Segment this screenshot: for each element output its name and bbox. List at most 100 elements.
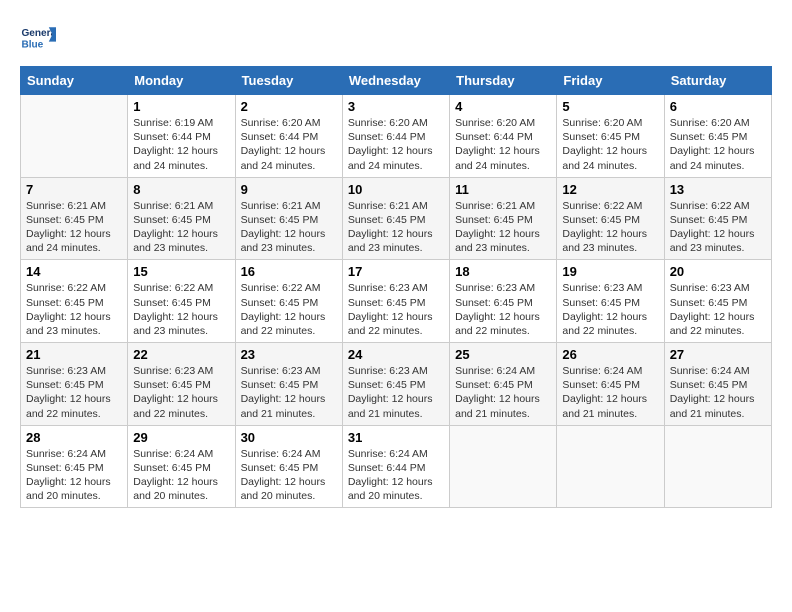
calendar-body: 1Sunrise: 6:19 AM Sunset: 6:44 PM Daylig… bbox=[21, 95, 772, 508]
day-number: 25 bbox=[455, 347, 551, 362]
calendar-cell: 16 Sunrise: 6:22 AM Sunset: 6:45 PM Dayli… bbox=[235, 260, 342, 343]
calendar-cell: 1Sunrise: 6:19 AM Sunset: 6:44 PM Daylig… bbox=[128, 95, 235, 178]
calendar-table: SundayMondayTuesdayWednesdayThursdayFrid… bbox=[20, 66, 772, 508]
day-number: 21 bbox=[26, 347, 122, 362]
day-info: Sunrise: 6:20 AM Sunset: 6:44 PM Dayligh… bbox=[455, 116, 551, 173]
calendar-cell: 18 Sunrise: 6:23 AM Sunset: 6:45 PM Dayli… bbox=[450, 260, 557, 343]
calendar-header-row: SundayMondayTuesdayWednesdayThursdayFrid… bbox=[21, 67, 772, 95]
calendar-cell: 13 Sunrise: 6:22 AM Sunset: 6:45 PM Dayli… bbox=[664, 177, 771, 260]
day-number: 24 bbox=[348, 347, 444, 362]
day-info: Sunrise: 6:21 AM Sunset: 6:45 PM Dayligh… bbox=[133, 199, 229, 256]
day-info: Sunrise: 6:21 AM Sunset: 6:45 PM Dayligh… bbox=[241, 199, 337, 256]
day-info: Sunrise: 6:22 AM Sunset: 6:45 PM Dayligh… bbox=[133, 281, 229, 338]
calendar-cell: 9 Sunrise: 6:21 AM Sunset: 6:45 PM Daylig… bbox=[235, 177, 342, 260]
day-number: 28 bbox=[26, 430, 122, 445]
day-info: Sunrise: 6:23 AM Sunset: 6:45 PM Dayligh… bbox=[348, 364, 444, 421]
day-info: Sunrise: 6:20 AM Sunset: 6:44 PM Dayligh… bbox=[241, 116, 337, 173]
day-info: Sunrise: 6:20 AM Sunset: 6:44 PM Dayligh… bbox=[348, 116, 444, 173]
calendar-cell: 17 Sunrise: 6:23 AM Sunset: 6:45 PM Dayli… bbox=[342, 260, 449, 343]
logo: General Blue bbox=[20, 20, 56, 56]
day-info: Sunrise: 6:23 AM Sunset: 6:45 PM Dayligh… bbox=[670, 281, 766, 338]
day-number: 12 bbox=[562, 182, 658, 197]
day-number: 9 bbox=[241, 182, 337, 197]
day-info: Sunrise: 6:20 AM Sunset: 6:45 PM Dayligh… bbox=[670, 116, 766, 173]
day-info: Sunrise: 6:24 AM Sunset: 6:45 PM Dayligh… bbox=[26, 447, 122, 504]
day-info: Sunrise: 6:24 AM Sunset: 6:45 PM Dayligh… bbox=[241, 447, 337, 504]
calendar-cell: 25 Sunrise: 6:24 AM Sunset: 6:45 PM Dayli… bbox=[450, 343, 557, 426]
calendar-cell: 8 Sunrise: 6:21 AM Sunset: 6:45 PM Daylig… bbox=[128, 177, 235, 260]
calendar-cell: 12 Sunrise: 6:22 AM Sunset: 6:45 PM Dayli… bbox=[557, 177, 664, 260]
day-number: 3 bbox=[348, 99, 444, 114]
calendar-cell: 23 Sunrise: 6:23 AM Sunset: 6:45 PM Dayli… bbox=[235, 343, 342, 426]
week-row-3: 14Sunrise: 6:22 AM Sunset: 6:45 PM Dayli… bbox=[21, 260, 772, 343]
calendar-cell bbox=[450, 425, 557, 508]
calendar-cell: 5 Sunrise: 6:20 AM Sunset: 6:45 PM Daylig… bbox=[557, 95, 664, 178]
day-number: 15 bbox=[133, 264, 229, 279]
calendar-cell: 2 Sunrise: 6:20 AM Sunset: 6:44 PM Daylig… bbox=[235, 95, 342, 178]
col-header-wednesday: Wednesday bbox=[342, 67, 449, 95]
day-number: 6 bbox=[670, 99, 766, 114]
calendar-cell bbox=[557, 425, 664, 508]
calendar-cell: 31Sunrise: 6:24 AM Sunset: 6:44 PM Dayli… bbox=[342, 425, 449, 508]
col-header-saturday: Saturday bbox=[664, 67, 771, 95]
day-number: 27 bbox=[670, 347, 766, 362]
day-number: 22 bbox=[133, 347, 229, 362]
calendar-cell: 4 Sunrise: 6:20 AM Sunset: 6:44 PM Daylig… bbox=[450, 95, 557, 178]
day-info: Sunrise: 6:24 AM Sunset: 6:45 PM Dayligh… bbox=[133, 447, 229, 504]
calendar-cell: 14Sunrise: 6:22 AM Sunset: 6:45 PM Dayli… bbox=[21, 260, 128, 343]
logo-icon: General Blue bbox=[20, 20, 56, 56]
calendar-cell: 15 Sunrise: 6:22 AM Sunset: 6:45 PM Dayli… bbox=[128, 260, 235, 343]
week-row-2: 7 Sunrise: 6:21 AM Sunset: 6:45 PM Daylig… bbox=[21, 177, 772, 260]
col-header-tuesday: Tuesday bbox=[235, 67, 342, 95]
calendar-cell: 22Sunrise: 6:23 AM Sunset: 6:45 PM Dayli… bbox=[128, 343, 235, 426]
day-info: Sunrise: 6:22 AM Sunset: 6:45 PM Dayligh… bbox=[562, 199, 658, 256]
day-info: Sunrise: 6:24 AM Sunset: 6:45 PM Dayligh… bbox=[562, 364, 658, 421]
day-number: 16 bbox=[241, 264, 337, 279]
svg-text:Blue: Blue bbox=[21, 39, 43, 50]
week-row-4: 21 Sunrise: 6:23 AM Sunset: 6:45 PM Dayli… bbox=[21, 343, 772, 426]
day-number: 5 bbox=[562, 99, 658, 114]
day-info: Sunrise: 6:22 AM Sunset: 6:45 PM Dayligh… bbox=[26, 281, 122, 338]
day-number: 23 bbox=[241, 347, 337, 362]
day-info: Sunrise: 6:23 AM Sunset: 6:45 PM Dayligh… bbox=[348, 281, 444, 338]
calendar-cell: 29 Sunrise: 6:24 AM Sunset: 6:45 PM Dayli… bbox=[128, 425, 235, 508]
calendar-cell: 24 Sunrise: 6:23 AM Sunset: 6:45 PM Dayli… bbox=[342, 343, 449, 426]
calendar-cell: 27 Sunrise: 6:24 AM Sunset: 6:45 PM Dayli… bbox=[664, 343, 771, 426]
day-number: 30 bbox=[241, 430, 337, 445]
day-number: 20 bbox=[670, 264, 766, 279]
day-info: Sunrise: 6:22 AM Sunset: 6:45 PM Dayligh… bbox=[670, 199, 766, 256]
day-info: Sunrise: 6:20 AM Sunset: 6:45 PM Dayligh… bbox=[562, 116, 658, 173]
calendar-cell: 19 Sunrise: 6:23 AM Sunset: 6:45 PM Dayli… bbox=[557, 260, 664, 343]
calendar-cell: 6 Sunrise: 6:20 AM Sunset: 6:45 PM Daylig… bbox=[664, 95, 771, 178]
day-info: Sunrise: 6:23 AM Sunset: 6:45 PM Dayligh… bbox=[562, 281, 658, 338]
day-info: Sunrise: 6:23 AM Sunset: 6:45 PM Dayligh… bbox=[241, 364, 337, 421]
day-number: 8 bbox=[133, 182, 229, 197]
calendar-cell: 30 Sunrise: 6:24 AM Sunset: 6:45 PM Dayli… bbox=[235, 425, 342, 508]
calendar-cell: 26Sunrise: 6:24 AM Sunset: 6:45 PM Dayli… bbox=[557, 343, 664, 426]
day-number: 17 bbox=[348, 264, 444, 279]
day-number: 29 bbox=[133, 430, 229, 445]
day-number: 2 bbox=[241, 99, 337, 114]
day-info: Sunrise: 6:21 AM Sunset: 6:45 PM Dayligh… bbox=[455, 199, 551, 256]
day-info: Sunrise: 6:24 AM Sunset: 6:45 PM Dayligh… bbox=[670, 364, 766, 421]
day-info: Sunrise: 6:24 AM Sunset: 6:45 PM Dayligh… bbox=[455, 364, 551, 421]
week-row-5: 28 Sunrise: 6:24 AM Sunset: 6:45 PM Dayli… bbox=[21, 425, 772, 508]
calendar-cell bbox=[21, 95, 128, 178]
day-info: Sunrise: 6:23 AM Sunset: 6:45 PM Dayligh… bbox=[455, 281, 551, 338]
calendar-cell: 28 Sunrise: 6:24 AM Sunset: 6:45 PM Dayli… bbox=[21, 425, 128, 508]
calendar-cell: 3 Sunrise: 6:20 AM Sunset: 6:44 PM Daylig… bbox=[342, 95, 449, 178]
day-number: 19 bbox=[562, 264, 658, 279]
day-number: 4 bbox=[455, 99, 551, 114]
col-header-thursday: Thursday bbox=[450, 67, 557, 95]
calendar-cell: 10Sunrise: 6:21 AM Sunset: 6:45 PM Dayli… bbox=[342, 177, 449, 260]
day-info: Sunrise: 6:23 AM Sunset: 6:45 PM Dayligh… bbox=[26, 364, 122, 421]
col-header-friday: Friday bbox=[557, 67, 664, 95]
day-info: Sunrise: 6:24 AM Sunset: 6:44 PM Dayligh… bbox=[348, 447, 444, 504]
day-number: 7 bbox=[26, 182, 122, 197]
calendar-cell: 21 Sunrise: 6:23 AM Sunset: 6:45 PM Dayli… bbox=[21, 343, 128, 426]
day-info: Sunrise: 6:21 AM Sunset: 6:45 PM Dayligh… bbox=[348, 199, 444, 256]
calendar-cell bbox=[664, 425, 771, 508]
day-info: Sunrise: 6:22 AM Sunset: 6:45 PM Dayligh… bbox=[241, 281, 337, 338]
day-number: 13 bbox=[670, 182, 766, 197]
day-number: 18 bbox=[455, 264, 551, 279]
